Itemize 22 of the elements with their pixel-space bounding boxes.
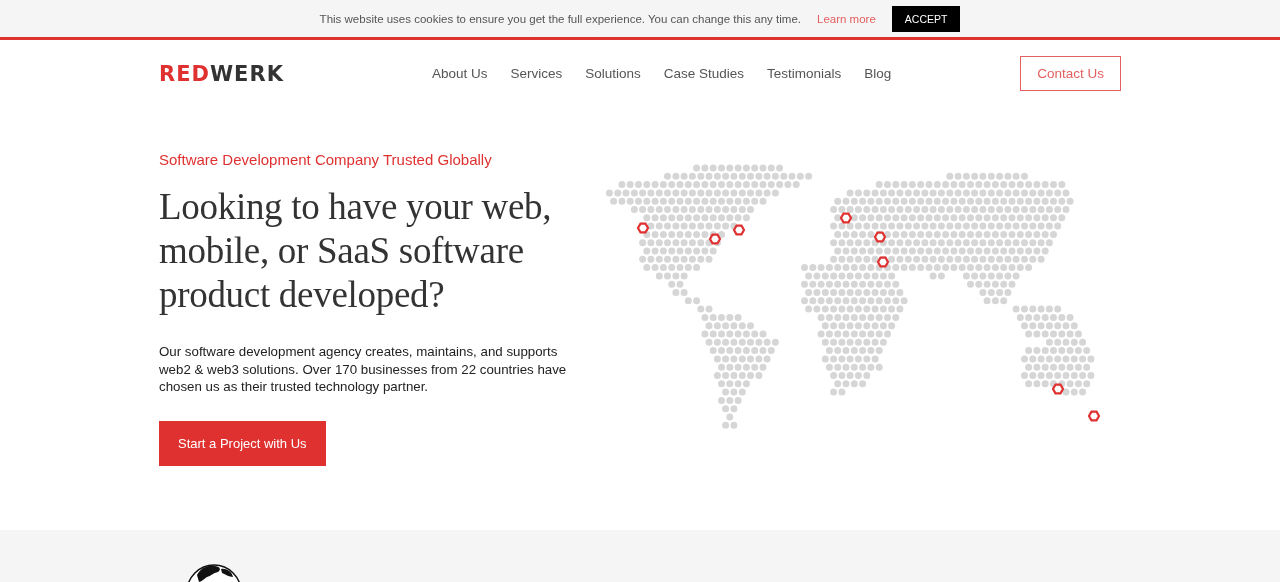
nav-link[interactable]: Services bbox=[510, 66, 563, 81]
location-marker bbox=[1051, 383, 1065, 395]
location-marker bbox=[876, 256, 890, 268]
location-marker bbox=[708, 233, 722, 245]
nav-link[interactable]: About Us bbox=[431, 66, 488, 81]
hero-description: Our software development agency creates, maintains, and supports web2 & web3 solutions. Over 170 businesses from 22 countries have chosen us as their trusted technology partner. bbox=[159, 343, 568, 396]
redwerk-logo[interactable]: REDWERK bbox=[159, 61, 284, 86]
accept-button[interactable]: ACCEPT bbox=[891, 5, 961, 32]
start-project-button[interactable]: Start a Project with Us bbox=[159, 420, 326, 466]
hero-heading: Looking to have your web, mobile, or SaaS software product developed? bbox=[159, 185, 553, 317]
location-marker bbox=[636, 222, 650, 234]
nav-link[interactable]: Testimonials bbox=[767, 66, 842, 81]
nav-link[interactable]: Blog bbox=[864, 66, 892, 81]
cookie-message: This website uses cookies to ensure you get the full experience. You can change this any time. bbox=[319, 12, 801, 25]
nav-link[interactable]: Solutions bbox=[585, 66, 641, 81]
contact-button[interactable]: Contact Us bbox=[1020, 56, 1121, 91]
location-marker bbox=[732, 224, 746, 236]
location-marker bbox=[873, 231, 887, 243]
nav-link[interactable]: Case Studies bbox=[663, 66, 745, 81]
hero-tagline: Software Development Company Trusted Globally bbox=[159, 151, 493, 168]
location-marker bbox=[1087, 410, 1101, 422]
location-marker bbox=[839, 212, 853, 224]
